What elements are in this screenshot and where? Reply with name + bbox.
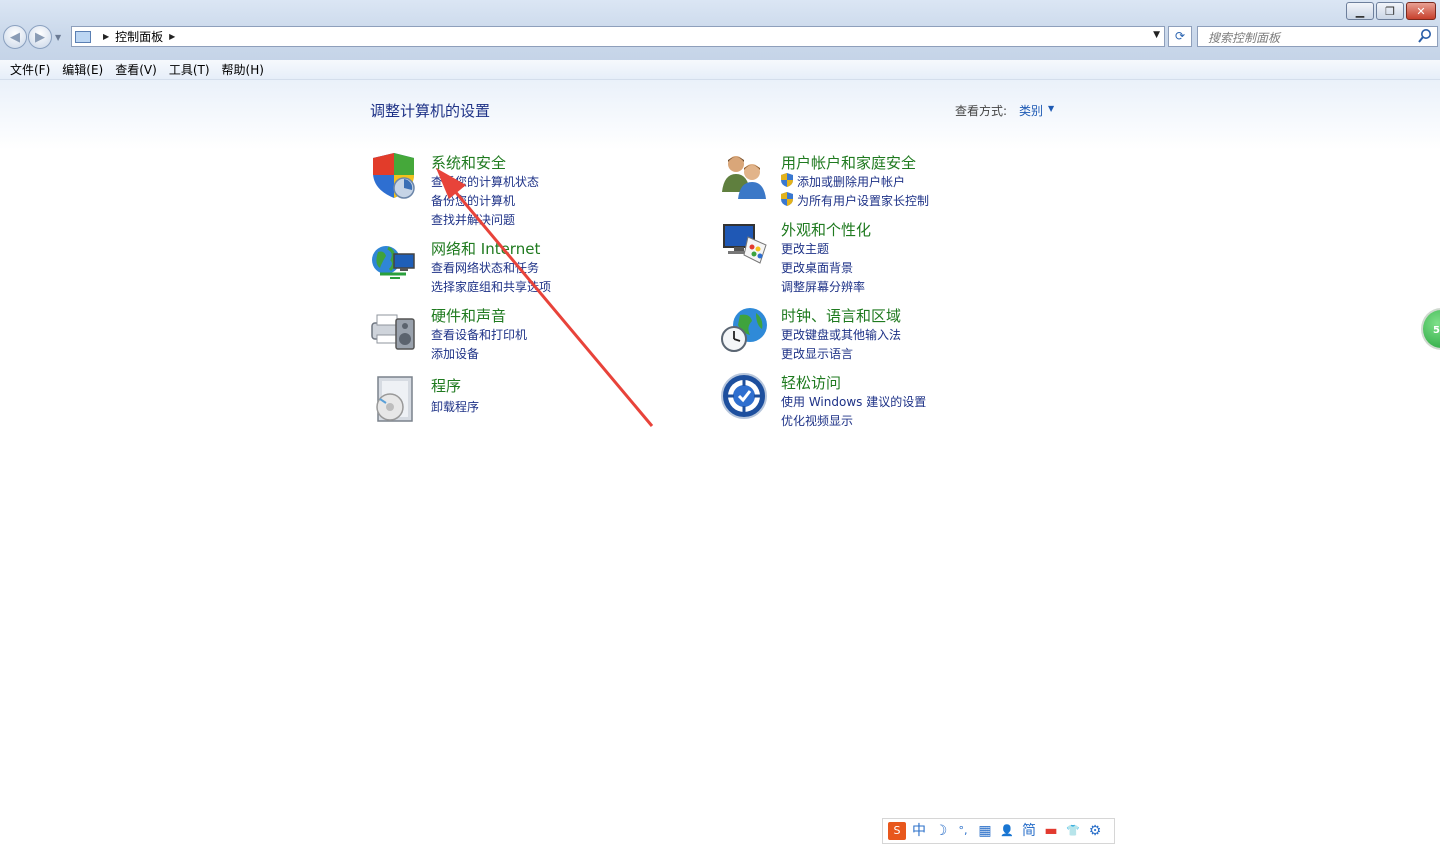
monitor-palette-icon[interactable]	[720, 219, 768, 267]
uac-shield-icon	[781, 192, 793, 206]
link-display-language[interactable]: 更改显示语言	[781, 345, 853, 362]
link-keyboards-input[interactable]: 更改键盘或其他输入法	[781, 326, 901, 343]
category-title[interactable]: 轻松访问	[781, 372, 841, 393]
link-check-status[interactable]: 查看您的计算机状态	[431, 173, 539, 190]
restore-button[interactable]: ❐	[1376, 2, 1404, 20]
link-homegroup[interactable]: 选择家庭组和共享选项	[431, 278, 551, 295]
ime-chinese-mode-icon[interactable]: 中	[910, 822, 928, 840]
ime-skin-icon[interactable]: 👕	[1064, 822, 1082, 840]
menu-bar: 文件(F) 编辑(E) 查看(V) 工具(T) 帮助(H)	[0, 60, 1440, 80]
menu-tools[interactable]: 工具(T)	[163, 61, 216, 78]
link-optimize-display[interactable]: 优化视频显示	[781, 412, 853, 429]
link-devices-printers[interactable]: 查看设备和打印机	[431, 326, 527, 343]
category-title[interactable]: 用户帐户和家庭安全	[781, 152, 916, 173]
breadcrumb-control-panel[interactable]: 控制面板	[115, 28, 163, 45]
category-title[interactable]: 外观和个性化	[781, 219, 871, 240]
link-parental-controls[interactable]: 为所有用户设置家长控制	[797, 192, 929, 209]
close-button[interactable]: ✕	[1406, 2, 1436, 20]
chevron-down-icon[interactable]: ▼	[1048, 104, 1054, 113]
category-title[interactable]: 硬件和声音	[431, 305, 506, 326]
category-title[interactable]: 程序	[431, 375, 461, 396]
globe-clock-icon[interactable]	[720, 305, 768, 353]
view-by-dropdown[interactable]: 类别	[1019, 102, 1043, 119]
view-by-label: 查看方式:	[955, 104, 1008, 118]
ime-simplified-icon[interactable]: 简	[1020, 822, 1038, 840]
network-globe-icon[interactable]	[370, 238, 418, 286]
ime-settings-icon[interactable]: ⚙	[1086, 822, 1104, 840]
forward-button[interactable]: ▶	[28, 25, 52, 49]
users-icon[interactable]	[720, 152, 768, 200]
ease-of-access-icon[interactable]	[720, 372, 768, 420]
link-change-theme[interactable]: 更改主题	[781, 240, 829, 257]
control-panel-icon	[75, 30, 91, 43]
search-box[interactable]	[1197, 26, 1438, 48]
link-desktop-background[interactable]: 更改桌面背景	[781, 259, 853, 276]
address-bar[interactable]: ▶ 控制面板 ▶ ▼	[71, 26, 1165, 47]
minimize-button[interactable]: ▁	[1346, 2, 1374, 20]
ime-keyboard-icon[interactable]: ▦	[976, 822, 994, 840]
category-title[interactable]: 时钟、语言和区域	[781, 305, 901, 326]
breadcrumb-separator-icon[interactable]: ▶	[169, 32, 175, 41]
breadcrumb-separator-icon[interactable]: ▶	[103, 32, 109, 41]
menu-edit[interactable]: 编辑(E)	[56, 61, 109, 78]
ime-halfwidth-icon[interactable]: ☽	[932, 822, 950, 840]
menu-help[interactable]: 帮助(H)	[216, 61, 270, 78]
uac-shield-icon	[781, 173, 793, 187]
ime-camera-icon[interactable]: ▬	[1042, 822, 1060, 840]
link-troubleshoot[interactable]: 查找并解决问题	[431, 211, 515, 228]
printer-speaker-icon[interactable]	[370, 305, 418, 353]
window-controls: ▁ ❐ ✕	[1344, 2, 1436, 20]
link-recommended-settings[interactable]: 使用 Windows 建议的设置	[781, 393, 926, 410]
shield-icon[interactable]	[370, 152, 418, 200]
menu-view[interactable]: 查看(V)	[109, 61, 163, 78]
history-dropdown-icon[interactable]: ▼	[55, 33, 61, 42]
link-network-status[interactable]: 查看网络状态和任务	[431, 259, 539, 276]
back-button[interactable]: ◀	[3, 25, 27, 49]
control-panel-content: 调整计算机的设置 查看方式: 类别 ▼ 系统和安全 查看您的计算机状态 备份您的…	[0, 80, 1440, 858]
link-backup[interactable]: 备份您的计算机	[431, 192, 515, 209]
page-title: 调整计算机的设置	[370, 102, 491, 120]
ime-punctuation-icon[interactable]: °,	[954, 822, 972, 840]
address-dropdown-icon[interactable]: ▼	[1153, 30, 1160, 40]
link-add-remove-accounts[interactable]: 添加或删除用户帐户	[797, 173, 905, 190]
link-uninstall[interactable]: 卸载程序	[431, 398, 479, 415]
ime-logo-icon[interactable]: S	[888, 822, 906, 840]
ime-user-icon[interactable]: 👤	[998, 822, 1016, 840]
refresh-button[interactable]: ⟳	[1168, 26, 1192, 47]
programs-icon[interactable]	[370, 375, 418, 423]
search-icon[interactable]	[1417, 28, 1433, 45]
link-screen-resolution[interactable]: 调整屏幕分辨率	[781, 278, 865, 295]
link-add-device[interactable]: 添加设备	[431, 345, 479, 362]
search-input[interactable]	[1206, 28, 1420, 48]
navigation-buttons: ◀ ▶ ▼	[3, 25, 61, 49]
title-bar: ▁ ❐ ✕ ◀ ▶ ▼ ▶ 控制面板 ▶ ▼ ⟳	[0, 0, 1440, 60]
category-title[interactable]: 系统和安全	[431, 152, 506, 173]
category-title[interactable]: 网络和 Internet	[431, 238, 540, 259]
ime-toolbar: S 中 ☽ °, ▦ 👤 简 ▬ 👕 ⚙	[882, 818, 1115, 844]
menu-file[interactable]: 文件(F)	[4, 61, 56, 78]
